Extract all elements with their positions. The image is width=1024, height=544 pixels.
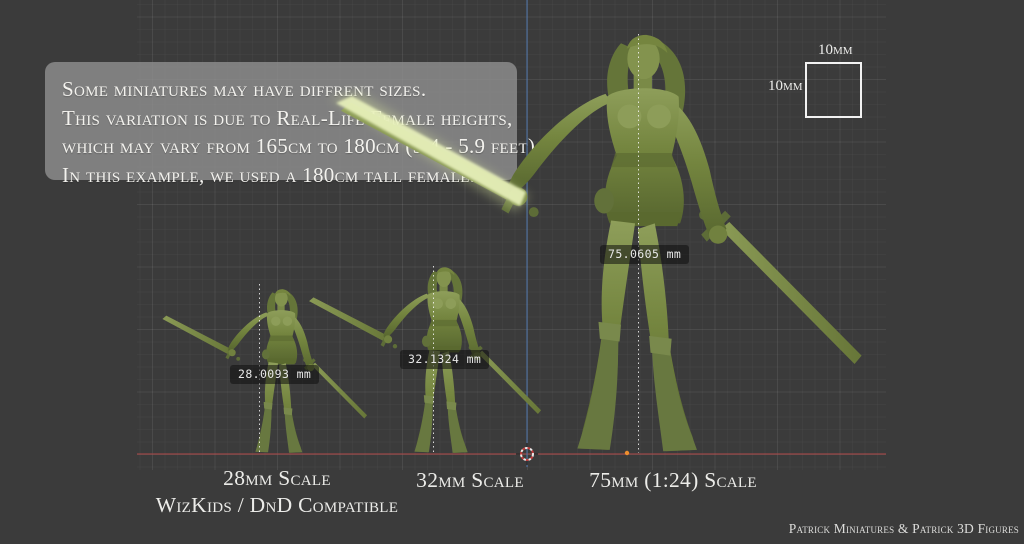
scale-caption-28mm-subtitle: WizKids / DnD Compatible bbox=[117, 492, 437, 519]
object-origin-dot bbox=[625, 451, 629, 455]
sword-glow bbox=[330, 92, 530, 212]
reference-square-10mm bbox=[805, 62, 862, 118]
reference-square-top-label: 10mm bbox=[818, 42, 853, 59]
reference-square-side-label: 10mm bbox=[768, 78, 803, 95]
credit-text: Patrick Miniatures & Patrick 3D Figures bbox=[789, 521, 1019, 537]
measurement-label-32mm: 32.1324 mm bbox=[400, 350, 489, 369]
scale-caption-75mm: 75mm (1:24) Scale bbox=[563, 467, 783, 494]
blender-viewport[interactable]: Some miniatures may have diffrent sizes.… bbox=[0, 0, 1024, 544]
miniature-figure-75mm[interactable] bbox=[341, 35, 862, 451]
measurement-label-75mm: 75.0605 mm bbox=[600, 245, 689, 264]
scale-caption-32mm: 32mm Scale bbox=[370, 467, 570, 494]
measurement-label-28mm: 28.0093 mm bbox=[230, 365, 319, 384]
scene-canvas bbox=[0, 0, 1024, 544]
